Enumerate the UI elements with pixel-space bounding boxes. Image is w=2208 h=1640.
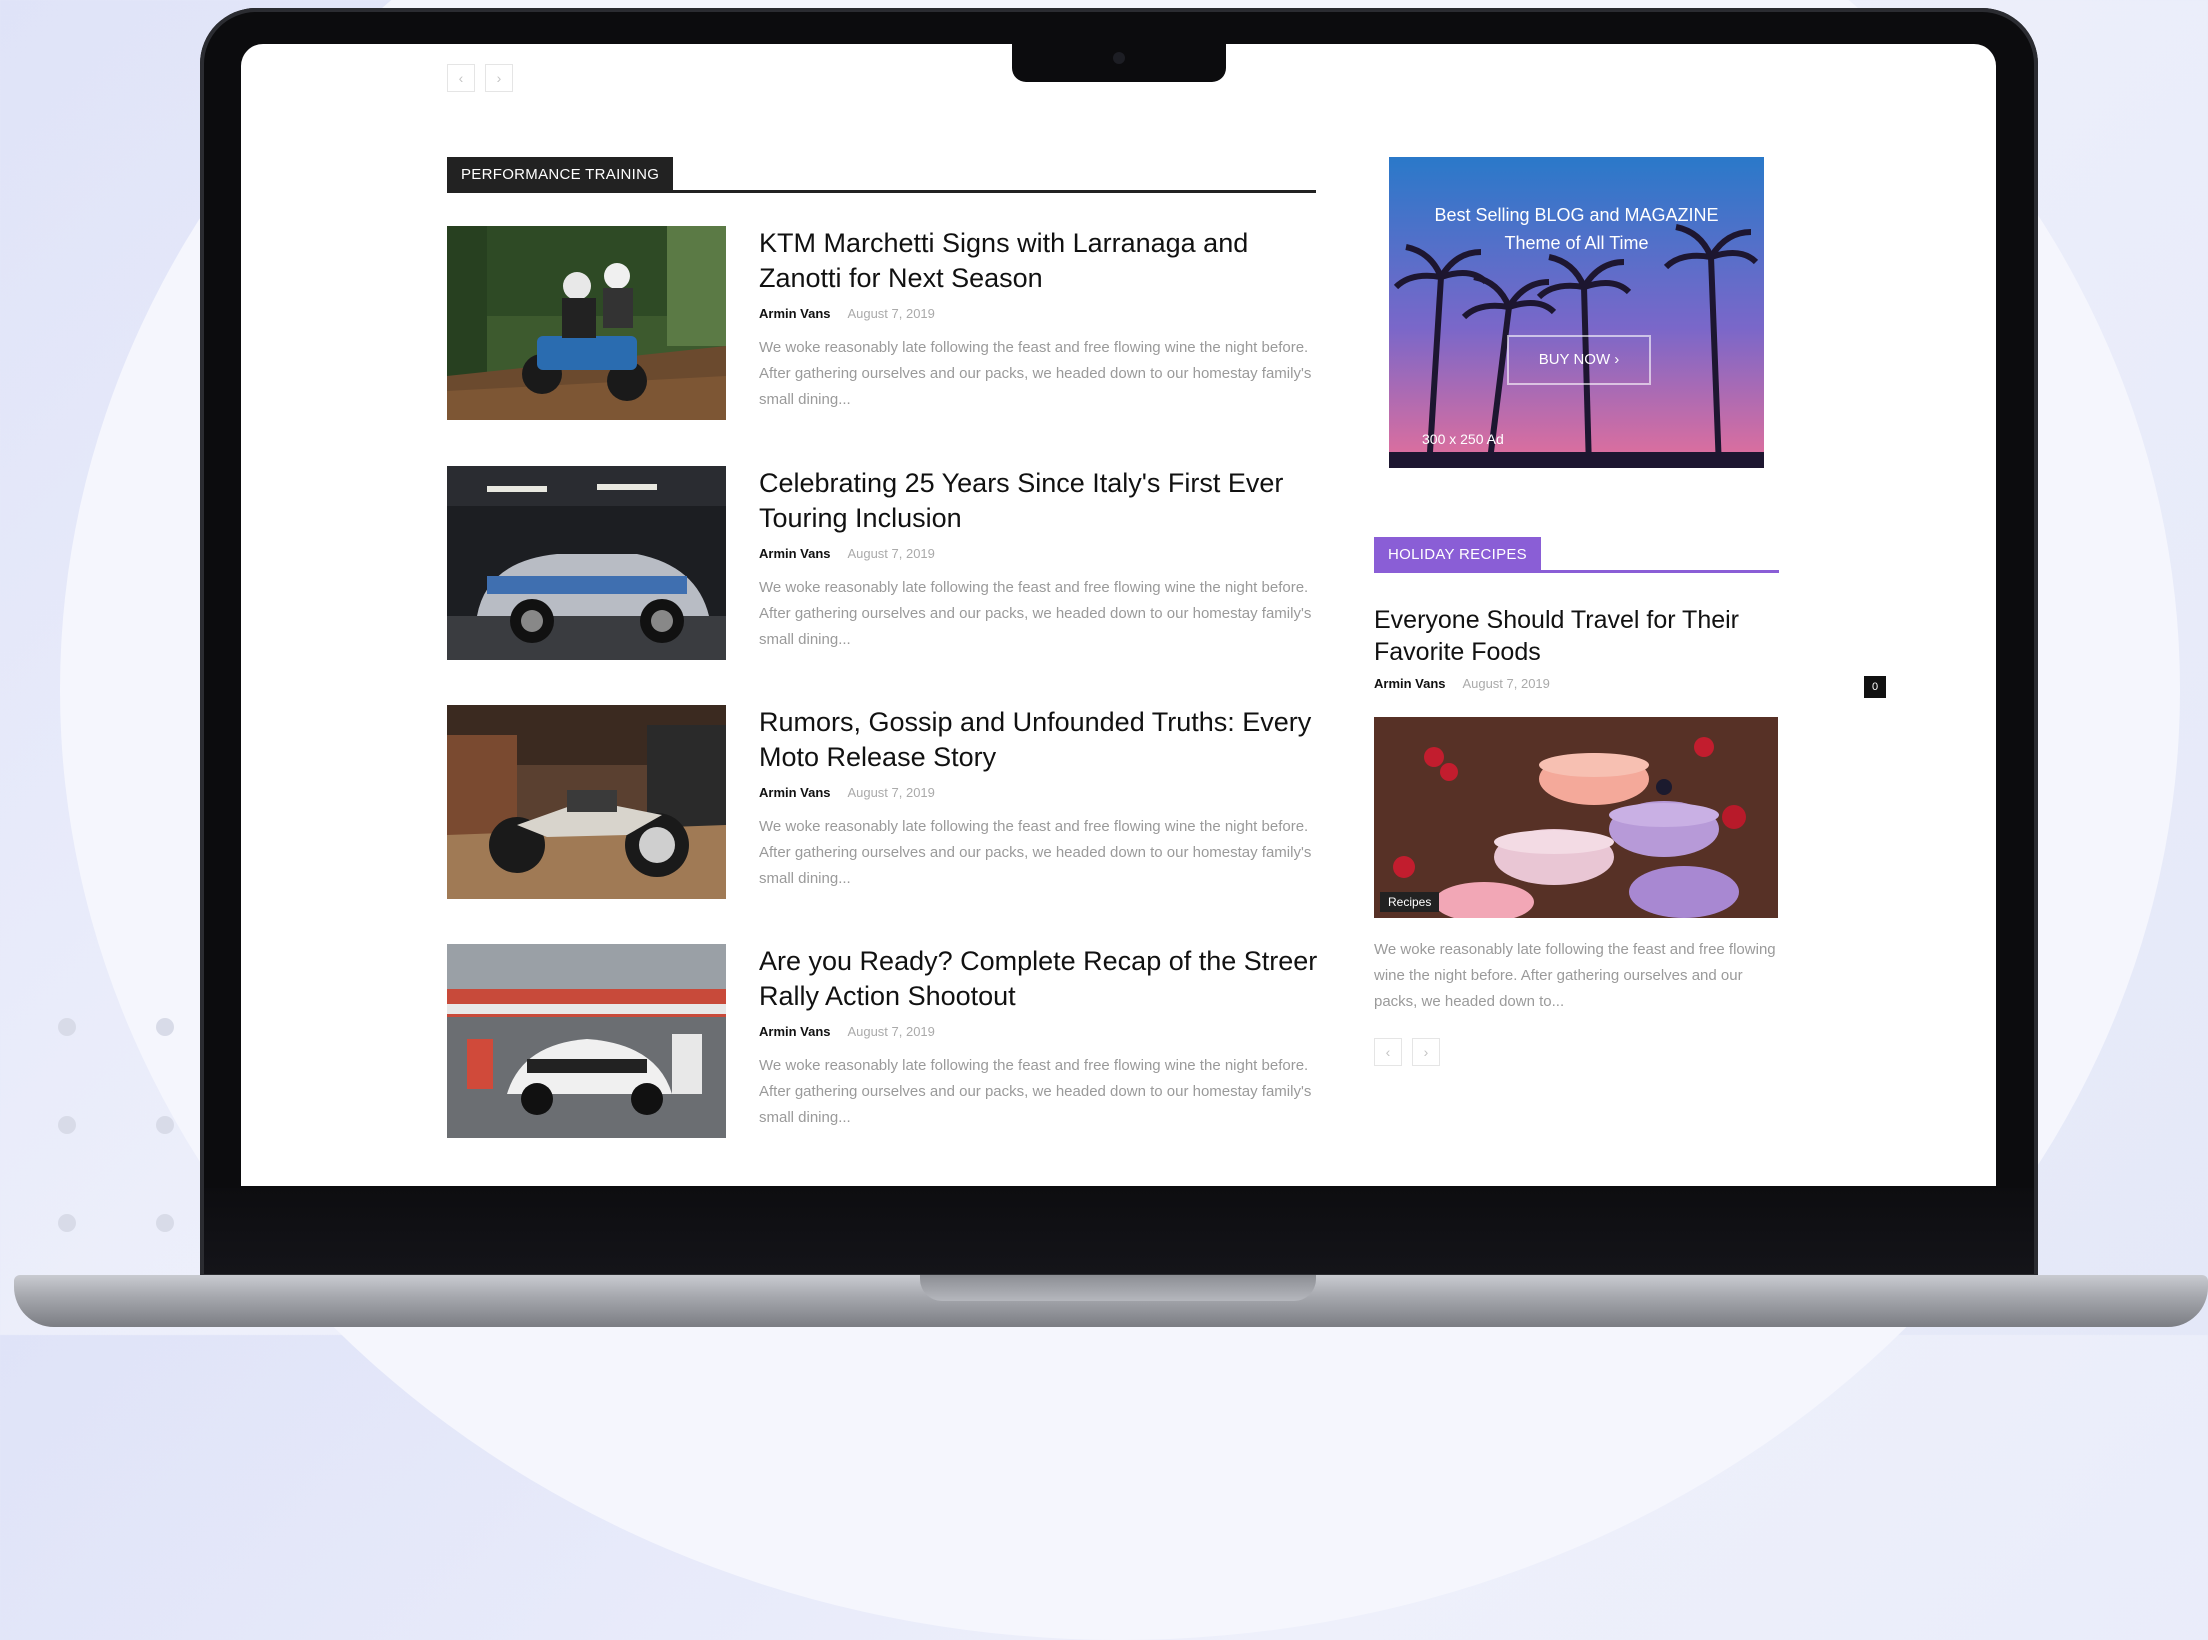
article-title[interactable]: Celebrating 25 Years Since Italy's First…	[759, 466, 1319, 536]
article-thumbnail[interactable]	[447, 466, 726, 660]
laptop-screen: ‹ › PERFORMANCE TRAINING KTM Marchetti S…	[241, 44, 1996, 1186]
laptop-chin	[204, 1188, 2034, 1274]
sidebar-article-date: August 7, 2019	[1462, 676, 1550, 691]
section-label[interactable]: PERFORMANCE TRAINING	[447, 157, 674, 190]
sidebar-article-meta: Armin Vans August 7, 2019	[1374, 676, 1550, 691]
article-item[interactable]: Rumors, Gossip and Unfounded Truths: Eve…	[447, 705, 1327, 899]
sidebar-article-author[interactable]: Armin Vans	[1374, 676, 1446, 691]
article-author[interactable]: Armin Vans	[759, 1024, 831, 1039]
article-item[interactable]: KTM Marchetti Signs with Larranaga and Z…	[447, 226, 1327, 420]
article-date: August 7, 2019	[847, 546, 935, 561]
camera-icon	[1113, 52, 1125, 64]
ad-buy-now-button[interactable]: BUY NOW ›	[1507, 335, 1651, 385]
next-page-button[interactable]: ›	[1412, 1038, 1440, 1066]
article-meta: Armin Vans August 7, 2019	[759, 1024, 1319, 1039]
laptop-base-groove	[920, 1275, 1316, 1301]
article-excerpt: We woke reasonably late following the fe…	[759, 339, 1312, 408]
prev-page-button[interactable]: ‹	[447, 64, 475, 92]
article-title[interactable]: KTM Marchetti Signs with Larranaga and Z…	[759, 226, 1319, 296]
ad-headline-line2: Theme of All Time	[1504, 233, 1649, 253]
article-author[interactable]: Armin Vans	[759, 306, 831, 321]
comment-count-badge[interactable]: 0	[1864, 676, 1886, 698]
article-item[interactable]: Celebrating 25 Years Since Italy's First…	[447, 466, 1327, 660]
article-meta: Armin Vans August 7, 2019	[759, 546, 1319, 561]
sidebar-article-excerpt: We woke reasonably late following the fe…	[1374, 941, 1776, 1010]
sidebar-pager: ‹ ›	[1374, 1038, 1440, 1066]
ad-size-label: 300 x 250 Ad	[1422, 431, 1504, 447]
article-thumbnail[interactable]	[447, 705, 726, 899]
next-page-button[interactable]: ›	[485, 64, 513, 92]
article-body: Celebrating 25 Years Since Italy's First…	[759, 466, 1319, 653]
sidebar-ad-banner[interactable]: Best Selling BLOG and MAGAZINE Theme of …	[1389, 157, 1764, 468]
top-pager: ‹ ›	[447, 64, 513, 92]
article-thumbnail[interactable]	[447, 226, 726, 420]
laptop-notch	[1012, 42, 1226, 82]
ad-headline-line1: Best Selling BLOG and MAGAZINE	[1434, 205, 1719, 225]
article-title[interactable]: Rumors, Gossip and Unfounded Truths: Eve…	[759, 705, 1319, 775]
ad-headline: Best Selling BLOG and MAGAZINE Theme of …	[1389, 201, 1764, 257]
article-excerpt: We woke reasonably late following the fe…	[759, 579, 1312, 648]
article-author[interactable]: Armin Vans	[759, 785, 831, 800]
article-author[interactable]: Armin Vans	[759, 546, 831, 561]
article-body: Are you Ready? Complete Recap of the Str…	[759, 944, 1319, 1131]
article-meta: Armin Vans August 7, 2019	[759, 785, 1319, 800]
article-title[interactable]: Are you Ready? Complete Recap of the Str…	[759, 944, 1319, 1014]
article-excerpt: We woke reasonably late following the fe…	[759, 1057, 1312, 1126]
section-header-holiday-recipes: HOLIDAY RECIPES	[1374, 537, 1779, 573]
section-label[interactable]: HOLIDAY RECIPES	[1374, 537, 1541, 570]
article-date: August 7, 2019	[847, 1024, 935, 1039]
sidebar-article-image[interactable]: Recipes	[1374, 717, 1778, 918]
article-item[interactable]: Are you Ready? Complete Recap of the Str…	[447, 944, 1327, 1138]
article-thumbnail[interactable]	[447, 944, 726, 1138]
article-meta: Armin Vans August 7, 2019	[759, 306, 1319, 321]
section-header-performance: PERFORMANCE TRAINING	[447, 157, 1316, 193]
sidebar-article-title[interactable]: Everyone Should Travel for Their Favorit…	[1374, 604, 1769, 668]
category-badge[interactable]: Recipes	[1380, 892, 1440, 912]
article-body: Rumors, Gossip and Unfounded Truths: Eve…	[759, 705, 1319, 892]
article-excerpt: We woke reasonably late following the fe…	[759, 818, 1312, 887]
article-body: KTM Marchetti Signs with Larranaga and Z…	[759, 226, 1319, 413]
article-date: August 7, 2019	[847, 785, 935, 800]
article-date: August 7, 2019	[847, 306, 935, 321]
prev-page-button[interactable]: ‹	[1374, 1038, 1402, 1066]
